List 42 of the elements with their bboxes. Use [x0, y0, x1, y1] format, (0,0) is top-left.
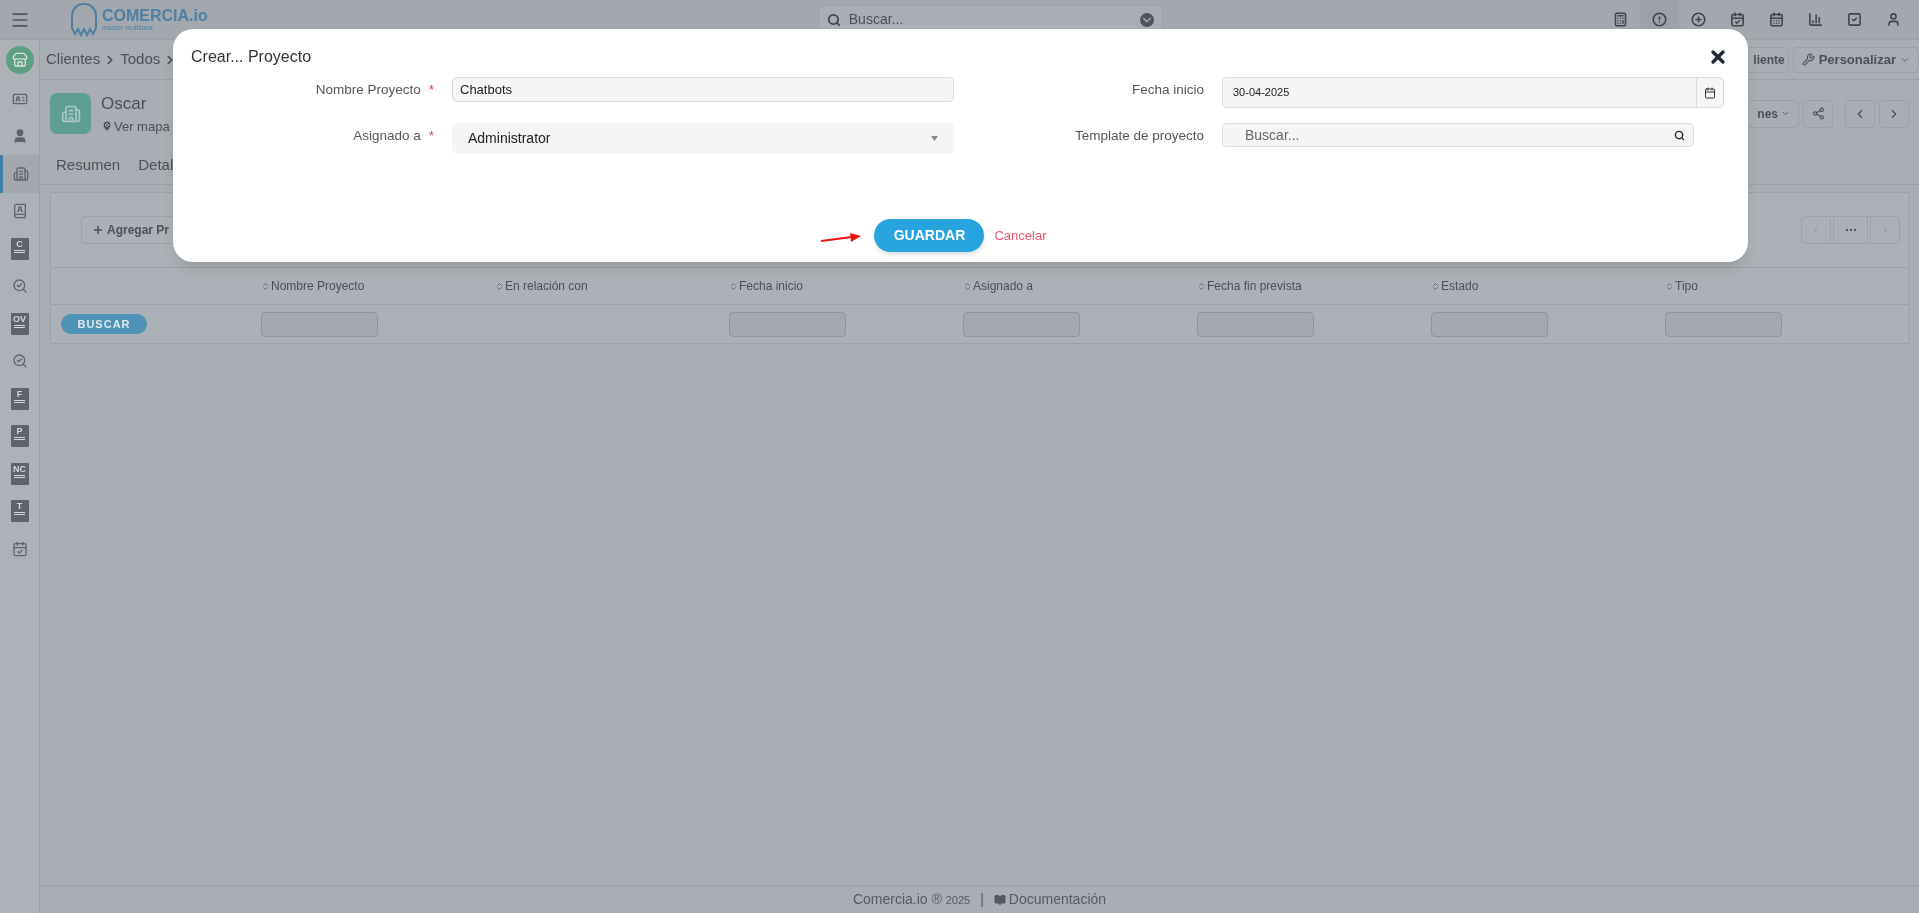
breadcrumb-link[interactable]: Clientes	[46, 48, 101, 71]
column-header[interactable]: Asignado a	[963, 277, 1197, 295]
map-link[interactable]: Ver mapa	[101, 116, 170, 136]
separator-text: |	[980, 890, 984, 909]
column-header[interactable]: Fecha inicio	[729, 277, 963, 295]
field-label: Template de proyecto	[1073, 127, 1205, 145]
document-icon: C	[10, 237, 29, 260]
search-button[interactable]: BUSCAR	[61, 314, 147, 334]
brand-name: COMERCIA.io	[102, 8, 208, 24]
text-field[interactable]: Chatbots	[452, 77, 954, 102]
document-icon: P	[10, 425, 29, 448]
field-label: Asignado a *	[352, 127, 435, 145]
sidebar-item[interactable]: OV	[0, 305, 39, 343]
sidebar-item[interactable]: T	[0, 492, 39, 530]
document-icon: NC	[10, 462, 29, 485]
sidebar-item[interactable]: C	[0, 230, 39, 268]
save-button[interactable]: GUARDAR	[874, 219, 985, 252]
record-name: Oscar	[101, 93, 148, 115]
field-label: Nombre Proyecto *	[314, 81, 435, 99]
field-label: Fecha inicio	[1130, 81, 1205, 99]
sidebar-item[interactable]: P	[0, 417, 39, 455]
column-header[interactable]: Tipo	[1665, 277, 1899, 295]
column-header[interactable]: En relación con	[495, 277, 729, 295]
breadcrumb-link[interactable]: Todos	[120, 48, 161, 71]
documentation-link[interactable]: Documentación	[993, 889, 1107, 910]
sidebar-item[interactable]: NC	[0, 455, 39, 493]
copyright-text: Comercia.io ® 2025	[852, 890, 971, 909]
column-header[interactable]: Nombre Proyecto	[261, 277, 495, 295]
select-field[interactable]: Administrator	[452, 123, 954, 154]
document-icon: F	[10, 387, 29, 410]
document-icon: T	[10, 500, 29, 523]
column-header[interactable]: Estado	[1431, 277, 1665, 295]
column-header[interactable]: Fecha fin prevista	[1197, 277, 1431, 295]
document-icon: OV	[10, 312, 29, 335]
tab[interactable]: Detal	[138, 153, 174, 176]
cancel-link[interactable]: Cancelar	[994, 225, 1047, 246]
date-field[interactable]: 30-04-2025	[1222, 77, 1724, 108]
search-field[interactable]: Buscar...	[1222, 123, 1694, 147]
modal-title: Crear... Proyecto	[191, 47, 312, 67]
tab[interactable]: Resumen	[56, 153, 121, 176]
customize-button[interactable]: Personalizar	[1792, 46, 1919, 73]
sidebar-item[interactable]: F	[0, 380, 39, 418]
